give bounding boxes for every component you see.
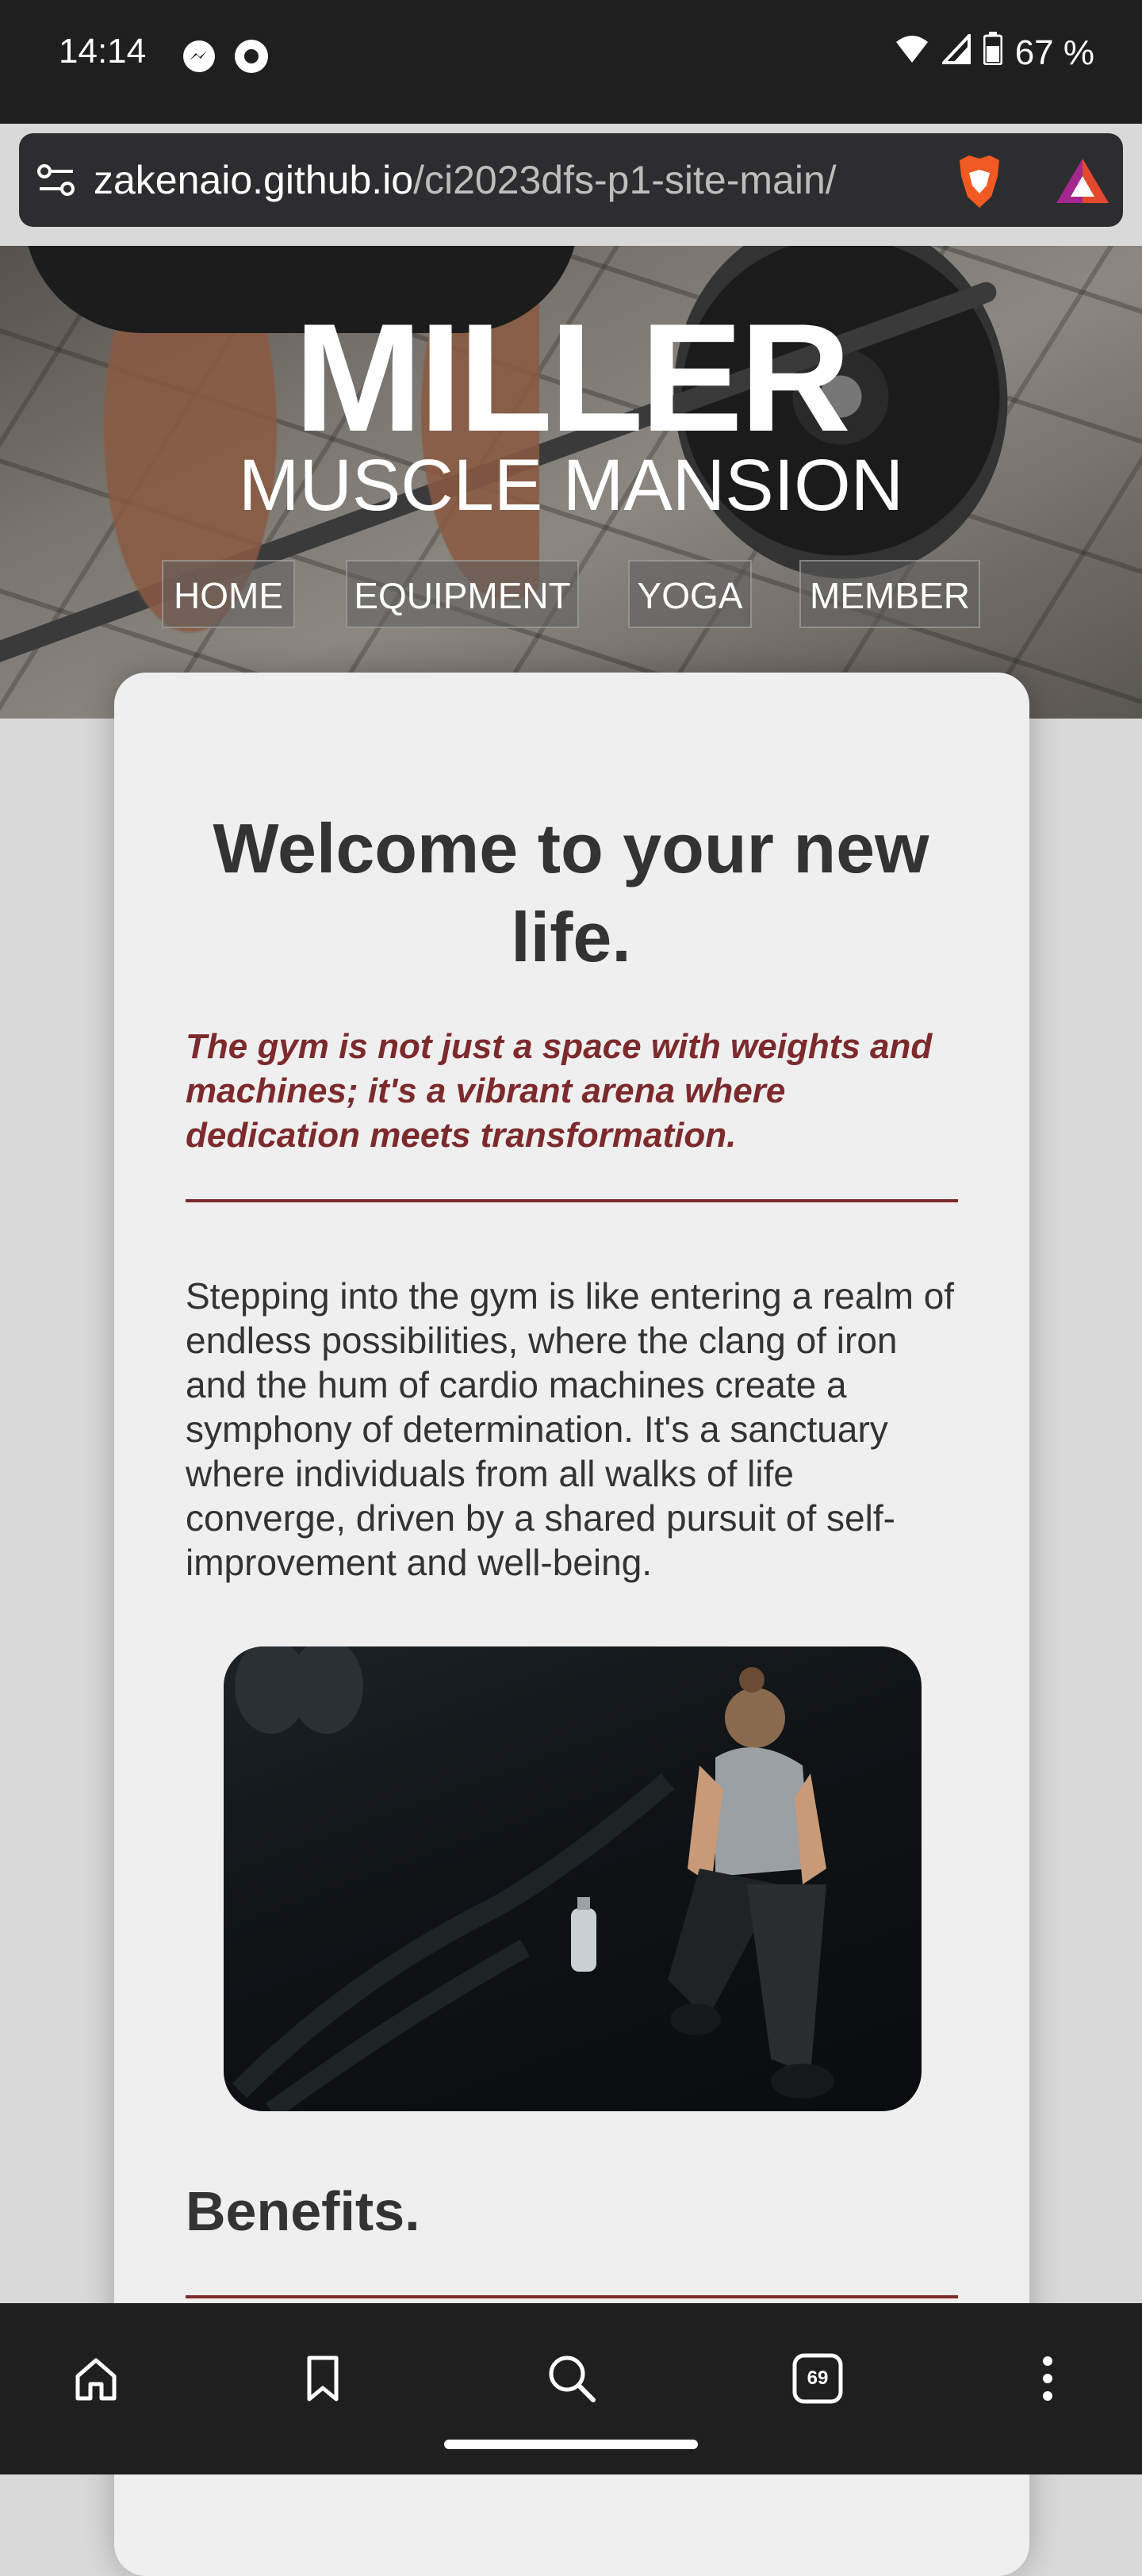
url-text[interactable]: zakenaio.github.io/ci2023dfs-p1-site-mai… [94,157,837,203]
search-icon[interactable] [536,2343,607,2414]
messenger-icon [181,38,217,79]
nav-equipment[interactable]: EQUIPMENT [346,560,579,628]
battery-percent: 67 % [1014,33,1094,72]
more-icon[interactable] [1012,2343,1083,2414]
brave-shields-icon[interactable] [952,152,1007,215]
nav-yoga[interactable]: YOGA [628,560,752,628]
site-settings-icon[interactable] [36,162,76,202]
athlete-photo [224,1646,922,2111]
brand-title: MILLER [293,292,851,464]
divider [186,1199,958,1202]
home-icon[interactable] [60,2343,132,2414]
url-host: zakenaio.github.io [94,158,414,202]
bookmark-icon[interactable] [287,2343,358,2414]
tab-count: 69 [807,2367,829,2389]
intro-paragraph: Stepping into the gym is like entering a… [186,1275,955,1583]
url-bar[interactable]: zakenaio.github.io/ci2023dfs-p1-site-mai… [19,133,1123,227]
tabs-icon[interactable]: 69 [782,2343,853,2414]
gesture-handle[interactable] [444,2440,698,2449]
tagline: The gym is not just a space with weights… [186,1027,933,1155]
status-bar: 14:14 67 % [0,0,1142,124]
battery-icon [983,32,1003,74]
benefits-divider [186,2295,958,2298]
circle-record-icon [233,38,270,79]
welcome-heading: Welcome to your new life. [213,809,929,976]
brave-rewards-icon[interactable] [1055,157,1110,209]
nav-member[interactable]: MEMBER [799,560,980,628]
benefits-heading: Benefits. [186,2180,420,2242]
url-path: /ci2023dfs-p1-site-main/ [413,158,837,202]
cell-signal-icon [940,31,971,73]
wifi-icon [895,33,929,73]
status-time: 14:14 [59,32,147,71]
brand-subtitle: MUSCLE MANSION [238,445,904,526]
nav-home[interactable]: HOME [162,560,295,628]
